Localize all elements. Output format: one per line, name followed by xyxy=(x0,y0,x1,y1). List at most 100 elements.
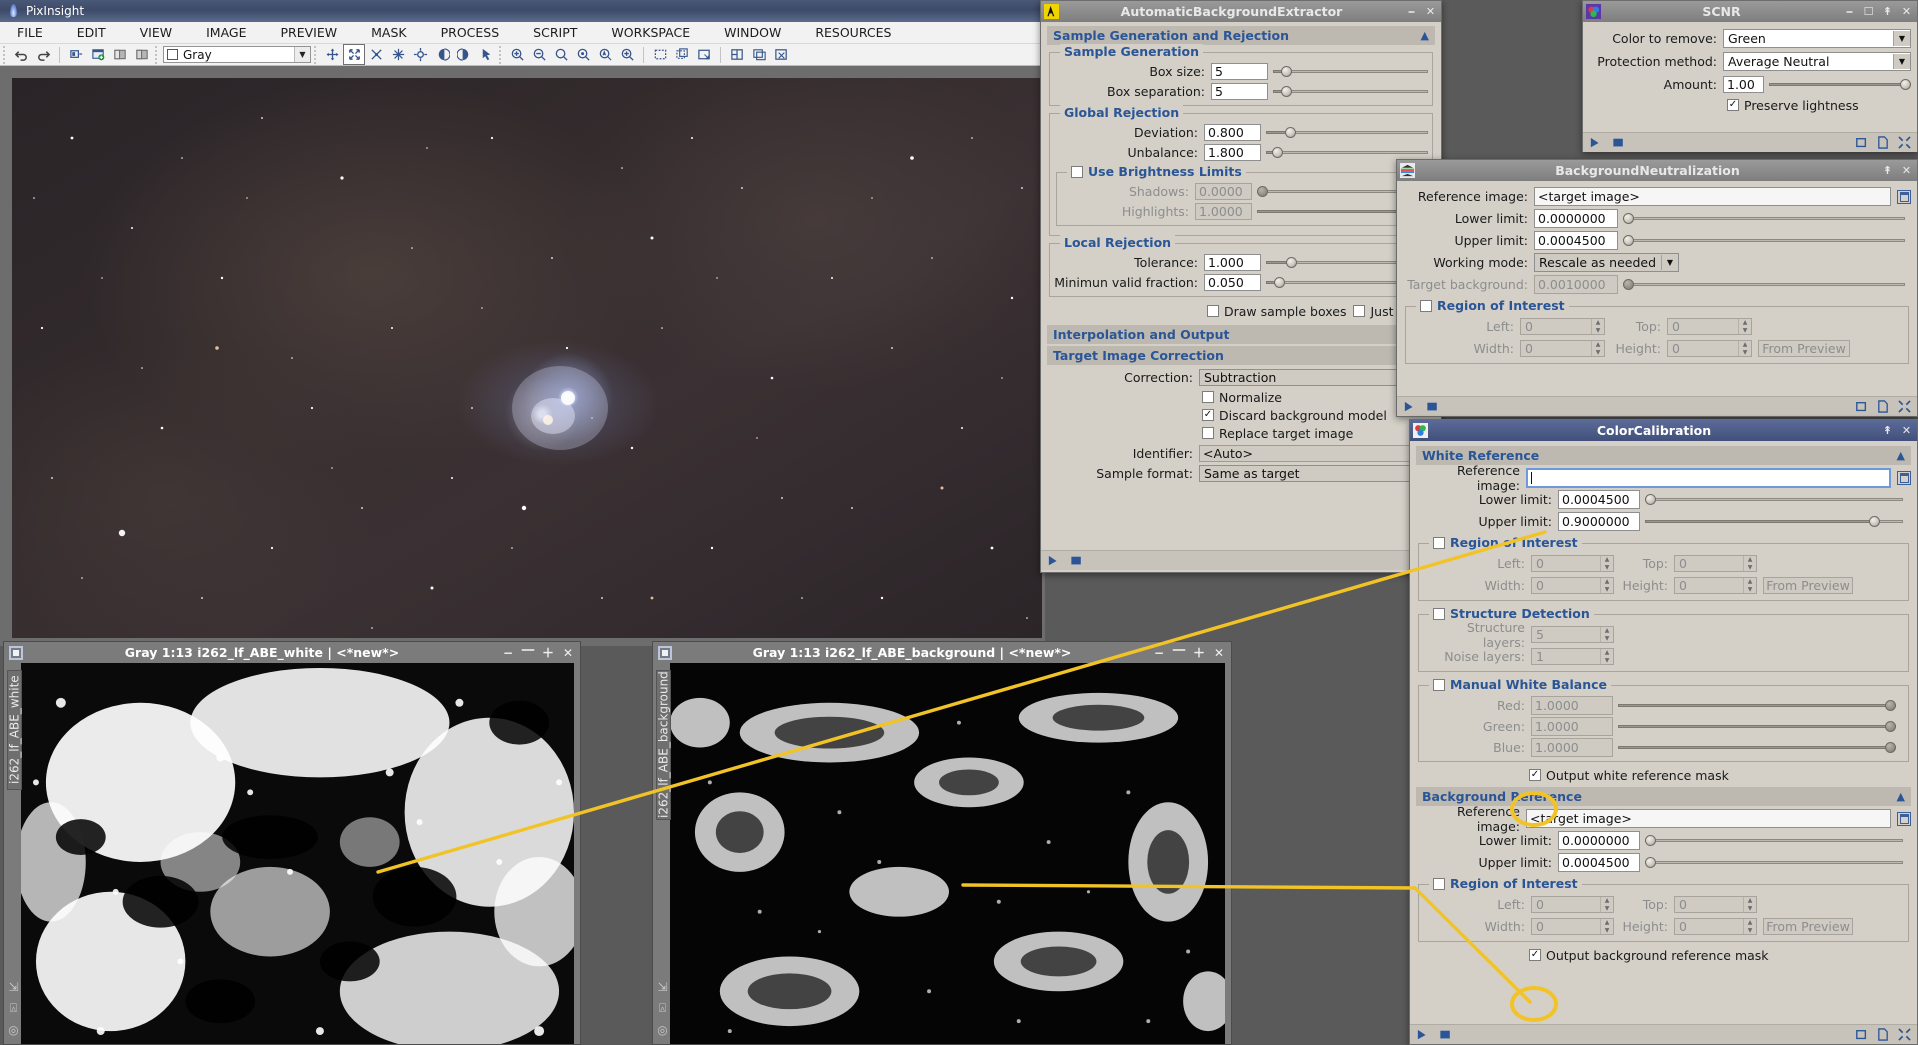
new-preview-icon[interactable] xyxy=(694,45,714,64)
cc-structure-detection-title-row[interactable]: Structure Detection xyxy=(1429,606,1594,621)
cc-bg-row-reference-image[interactable]: Reference image: <target image> xyxy=(1416,808,1911,829)
scnr-rollup-button[interactable]: ↟ xyxy=(1880,5,1895,19)
scnr-collapse-icon[interactable] xyxy=(1898,136,1911,149)
bn-footer[interactable] xyxy=(1397,396,1917,416)
cc-white-roi-title-row[interactable]: Region of Interest xyxy=(1429,535,1582,550)
cc-white-row-upper-limit[interactable]: Upper limit: 0.9000000 xyxy=(1416,511,1911,532)
pan-mode-icon[interactable] xyxy=(322,45,342,64)
image-window-vtab-white[interactable]: i262_lf_ABE_white xyxy=(7,670,22,790)
cc-bg-roi-left-spinner[interactable]: 0 ▲▼ xyxy=(1531,896,1614,913)
cc-bg-upper-limit-slider[interactable] xyxy=(1645,854,1903,871)
scnr-close-button[interactable]: ✕ xyxy=(1899,5,1914,19)
abe-row-identifier[interactable]: Identifier: <Auto> xyxy=(1047,444,1435,463)
scnr-reset-icon[interactable] xyxy=(1855,137,1868,149)
zoom-fit-side-icon[interactable]: ⇲ xyxy=(8,980,18,994)
cc-white-roi-width-spinner[interactable]: 0 ▲▼ xyxy=(1531,577,1614,594)
abe-row-deviation[interactable]: Deviation: 0.800 xyxy=(1054,123,1428,142)
cc-bg-roi-checkbox[interactable] xyxy=(1433,878,1445,890)
readout-side-icon[interactable]: ◎ xyxy=(8,1023,18,1037)
save-image-icon[interactable] xyxy=(110,45,130,64)
cc-blue-slider[interactable] xyxy=(1618,739,1896,756)
cc-apply-global-icon[interactable] xyxy=(1416,1029,1430,1041)
menu-script[interactable]: SCRIPT xyxy=(516,23,594,42)
scnr-preserve-lightness-checkbox[interactable]: ✓ xyxy=(1727,99,1739,111)
bn-view-selector-icon[interactable] xyxy=(1897,190,1911,204)
cc-rollup-button[interactable]: ↟ xyxy=(1880,424,1895,438)
menu-preview[interactable]: PREVIEW xyxy=(264,23,355,42)
chevron-down-icon[interactable]: ▼ xyxy=(1893,54,1910,69)
cc-manual-white-balance-checkbox[interactable] xyxy=(1433,679,1445,691)
abe-box-size-field[interactable]: 5 xyxy=(1211,63,1268,80)
rollup-button-white[interactable]: ⎻ xyxy=(521,645,535,660)
image-window-vtab-background[interactable]: i262_lf_ABE_background xyxy=(656,670,671,820)
zoom-optimal-icon[interactable] xyxy=(617,45,637,64)
image-window-background-mask[interactable]: Gray 1:13 i262_lf_ABE_background | <*new… xyxy=(652,641,1232,1045)
scnr-preserve-lightness-row[interactable]: ✓ Preserve lightness xyxy=(1589,96,1911,114)
cc-row-noise-layers[interactable]: Noise layers: 1 ▲▼ xyxy=(1423,646,1904,667)
abe-highlights-field[interactable]: 1.0000 xyxy=(1195,203,1252,220)
bn-collapse-icon[interactable] xyxy=(1898,400,1911,413)
abe-row-box-size[interactable]: Box size: 5 xyxy=(1054,62,1428,81)
cc-output-white-reference-mask-checkbox[interactable]: ✓ xyxy=(1529,769,1541,781)
bn-from-preview-button[interactable]: From Preview xyxy=(1758,340,1850,357)
cc-new-instance-icon[interactable] xyxy=(1439,1029,1452,1041)
cc-blue-field[interactable]: 1.0000 xyxy=(1531,738,1613,757)
abe-row-sample-format[interactable]: Sample format: Same as target xyxy=(1047,464,1435,483)
abe-row-correction[interactable]: Correction: Subtraction ▼ xyxy=(1047,368,1435,387)
abe-use-brightness-limits-checkbox[interactable] xyxy=(1071,166,1083,178)
cc-row-blue[interactable]: Blue: 1.0000 xyxy=(1423,737,1904,757)
abe-just-try-checkbox[interactable] xyxy=(1353,305,1365,317)
scnr-titlebar[interactable]: SCNR ⎯ ☐ ↟ ✕ xyxy=(1583,1,1917,22)
cc-white-reference-image-field[interactable] xyxy=(1526,468,1891,488)
abe-tolerance-field[interactable]: 1.000 xyxy=(1204,254,1261,271)
cc-white-row-reference-image[interactable]: Reference image: xyxy=(1416,467,1911,488)
abe-apply-global-icon[interactable] xyxy=(1047,555,1061,567)
cc-titlebar[interactable]: ColorCalibration ↟ ✕ xyxy=(1410,420,1917,441)
background-neutralization-dialog[interactable]: BackgroundNeutralization ↟ ✕ Reference i… xyxy=(1396,159,1918,417)
cc-green-slider[interactable] xyxy=(1618,718,1896,735)
image-window-sidebar-white[interactable]: ⇲ ⍓ ◎ xyxy=(6,980,21,1037)
cc-bg-row-upper-limit[interactable]: Upper limit: 0.0004500 xyxy=(1416,852,1911,873)
abe-box-separation-slider[interactable] xyxy=(1273,83,1428,100)
scnr-new-instance-icon[interactable] xyxy=(1612,137,1625,149)
cc-bg-roi-title-row[interactable]: Region of Interest xyxy=(1429,876,1582,891)
image-window-titlebar-background[interactable]: Gray 1:13 i262_lf_ABE_background | <*new… xyxy=(653,642,1231,663)
rollup-button-background[interactable]: ⎻ xyxy=(1172,645,1186,660)
close-button-background[interactable]: ✕ xyxy=(1212,646,1226,660)
cc-white-row-lower-limit[interactable]: Lower limit: 0.0004500 xyxy=(1416,489,1911,510)
toolbar-grip[interactable] xyxy=(2,46,9,64)
abe-section-sample-generation-rejection[interactable]: Sample Generation and Rejection ▲ xyxy=(1047,26,1435,45)
abe-normalize-checkbox[interactable] xyxy=(1202,391,1214,403)
scnr-row-amount[interactable]: Amount: 1.00 xyxy=(1589,73,1911,95)
cc-row-red[interactable]: Red: 1.0000 xyxy=(1423,695,1904,715)
zoom-out-icon[interactable] xyxy=(529,45,549,64)
cc-bg-lower-limit-field[interactable]: 0.0000000 xyxy=(1558,831,1640,850)
cc-bg-roi-top-spinner[interactable]: 0 ▲▼ xyxy=(1674,896,1757,913)
cc-white-upper-limit-slider[interactable] xyxy=(1645,513,1903,530)
select-rect-icon[interactable] xyxy=(650,45,670,64)
bn-reset-icon[interactable] xyxy=(1855,401,1868,413)
menu-process[interactable]: PROCESS xyxy=(424,23,517,42)
cc-white-lower-limit-field[interactable]: 0.0004500 xyxy=(1558,490,1640,509)
bn-close-button[interactable]: ✕ xyxy=(1899,164,1914,178)
cascade-windows-icon[interactable] xyxy=(749,45,769,64)
collapse-arrow-icon[interactable]: ▲ xyxy=(1421,29,1429,42)
menu-edit[interactable]: EDIT xyxy=(60,23,123,42)
cc-white-roi-top-spinner[interactable]: 0 ▲▼ xyxy=(1674,555,1757,572)
menu-file[interactable]: FILE xyxy=(0,23,60,42)
abe-section-interpolation-output[interactable]: Interpolation and Output xyxy=(1047,325,1435,344)
undo-icon[interactable] xyxy=(11,45,31,64)
cc-bg-from-preview-button[interactable]: From Preview xyxy=(1763,918,1853,935)
preview-side-icon[interactable]: ⍓ xyxy=(10,1001,17,1016)
view-selector-combo[interactable]: Gray ▼ xyxy=(163,46,311,63)
background-mask-canvas[interactable] xyxy=(670,663,1225,1044)
cc-green-field[interactable]: 1.0000 xyxy=(1531,717,1613,736)
chevron-down-icon[interactable]: ▼ xyxy=(1661,255,1678,270)
abe-shadows-field[interactable]: 0.0000 xyxy=(1195,183,1252,200)
abe-sample-format-combo[interactable]: Same as target xyxy=(1199,465,1435,482)
cc-documentation-icon[interactable] xyxy=(1877,1028,1889,1041)
cc-white-lower-limit-slider[interactable] xyxy=(1645,491,1903,508)
close-all-icon[interactable] xyxy=(771,45,791,64)
cc-bg-roi-height-spinner[interactable]: 0 ▲▼ xyxy=(1674,918,1757,935)
cc-noise-layers-spinner[interactable]: 1 ▲▼ xyxy=(1531,648,1614,665)
